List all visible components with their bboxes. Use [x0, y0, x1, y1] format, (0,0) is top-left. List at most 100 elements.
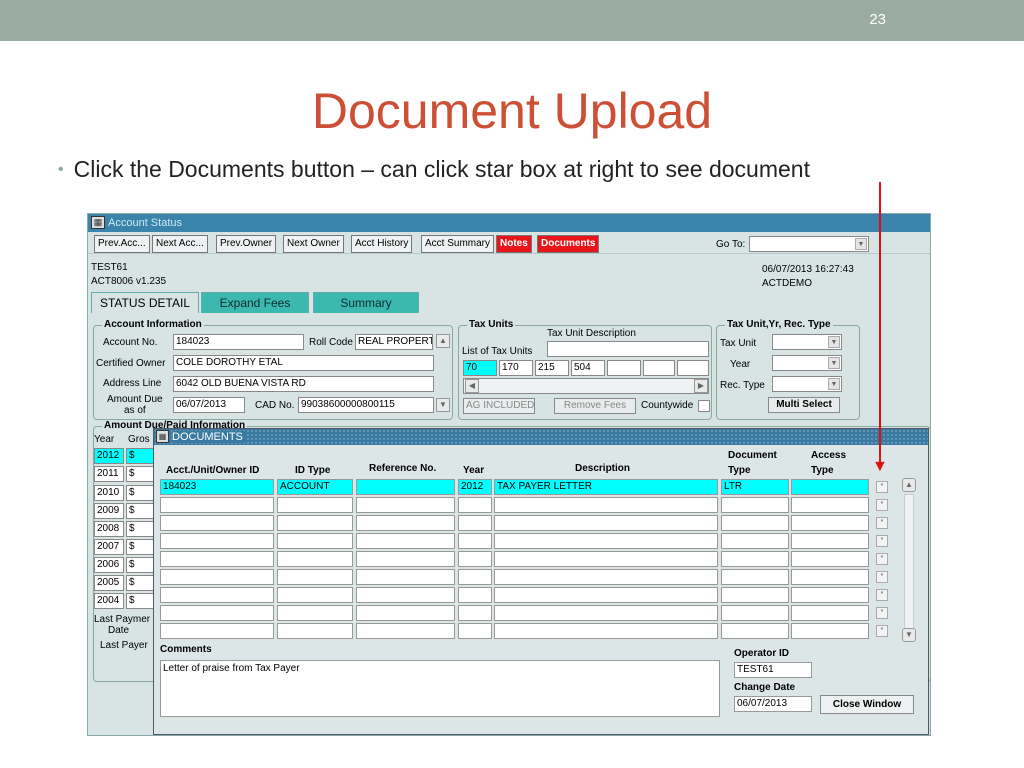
doc-cell-year[interactable]	[458, 587, 492, 603]
multi-select-button[interactable]: Multi Select	[768, 397, 840, 413]
scroll-right-icon[interactable]: ▶	[694, 379, 708, 393]
doc-cell-acct[interactable]	[160, 533, 274, 549]
doc-cell-id-type[interactable]	[277, 515, 353, 531]
tax-unit-field[interactable]	[607, 360, 641, 376]
doc-cell-id-type[interactable]	[277, 587, 353, 603]
gross-cell[interactable]: $	[126, 593, 154, 609]
doc-cell-access[interactable]	[791, 479, 869, 495]
view-document-star-icon[interactable]: *	[876, 625, 888, 637]
doc-cell-description[interactable]	[494, 569, 718, 585]
tax-unit-field[interactable]: 215	[535, 360, 569, 376]
year-cell[interactable]: 2005	[94, 575, 124, 591]
view-document-star-icon[interactable]: *	[876, 517, 888, 529]
doc-cell-access[interactable]	[791, 623, 869, 639]
tax-unit-description-field[interactable]	[547, 341, 709, 357]
scroll-left-icon[interactable]: ◀	[465, 379, 479, 393]
doc-cell-description[interactable]	[494, 605, 718, 621]
doc-cell-access[interactable]	[791, 587, 869, 603]
gross-cell[interactable]: $	[126, 521, 154, 537]
doc-cell-acct[interactable]	[160, 497, 274, 513]
account-no-field[interactable]: 184023	[173, 334, 304, 350]
year-cell[interactable]: 2004	[94, 593, 124, 609]
doc-cell-id-type[interactable]	[277, 623, 353, 639]
year-select[interactable]: ▼	[772, 355, 842, 371]
countywide-checkbox[interactable]	[698, 400, 710, 412]
doc-cell-acct[interactable]	[160, 587, 274, 603]
doc-cell-ref-no[interactable]	[356, 569, 455, 585]
amount-due-date-field[interactable]: 06/07/2013	[173, 397, 245, 413]
view-document-star-icon[interactable]: *	[876, 553, 888, 565]
doc-cell-description[interactable]: TAX PAYER LETTER	[494, 479, 718, 495]
doc-cell-id-type[interactable]	[277, 551, 353, 567]
doc-cell-access[interactable]	[791, 515, 869, 531]
doc-cell-year[interactable]	[458, 551, 492, 567]
address-line-field[interactable]: 6042 OLD BUENA VISTA RD	[173, 376, 434, 392]
scroll-down-icon[interactable]: ▼	[436, 398, 450, 412]
view-document-star-icon[interactable]: *	[876, 499, 888, 511]
doc-cell-acct[interactable]	[160, 515, 274, 531]
doc-cell-year[interactable]	[458, 497, 492, 513]
doc-cell-access[interactable]	[791, 497, 869, 513]
year-cell[interactable]: 2009	[94, 503, 124, 519]
doc-cell-acct[interactable]	[160, 569, 274, 585]
view-document-star-icon[interactable]: *	[876, 535, 888, 547]
year-cell[interactable]: 2008	[94, 521, 124, 537]
operator-id-field[interactable]: TEST61	[734, 662, 812, 678]
doc-cell-year[interactable]	[458, 569, 492, 585]
remove-fees-button[interactable]: Remove Fees	[554, 398, 636, 414]
doc-cell-access[interactable]	[791, 551, 869, 567]
gross-cell[interactable]: $	[126, 503, 154, 519]
year-cell[interactable]: 2010	[94, 485, 124, 501]
year-cell[interactable]: 2011	[94, 466, 124, 482]
doc-cell-ref-no[interactable]	[356, 497, 455, 513]
doc-cell-description[interactable]	[494, 551, 718, 567]
tab-summary[interactable]: Summary	[313, 292, 419, 313]
comments-field[interactable]: Letter of praise from Tax Payer	[160, 660, 720, 717]
roll-code-field[interactable]: REAL PROPERT	[355, 334, 433, 350]
ag-included-field[interactable]: AG INCLUDED	[463, 398, 535, 414]
tax-unit-field[interactable]: 170	[499, 360, 533, 376]
doc-cell-doc-type[interactable]	[721, 569, 789, 585]
doc-cell-id-type[interactable]	[277, 497, 353, 513]
doc-cell-id-type[interactable]: ACCOUNT	[277, 479, 353, 495]
gross-cell[interactable]: $	[126, 575, 154, 591]
doc-cell-doc-type[interactable]	[721, 623, 789, 639]
doc-cell-year[interactable]	[458, 515, 492, 531]
scroll-up-icon[interactable]: ▲	[436, 334, 450, 348]
gross-cell[interactable]: $	[126, 557, 154, 573]
doc-cell-access[interactable]	[791, 605, 869, 621]
doc-cell-access[interactable]	[791, 569, 869, 585]
gross-cell[interactable]: $	[126, 448, 154, 464]
goto-select[interactable]: ▼	[749, 236, 869, 252]
doc-cell-ref-no[interactable]	[356, 515, 455, 531]
doc-cell-acct[interactable]	[160, 605, 274, 621]
prev-owner-button[interactable]: Prev.Owner	[216, 235, 277, 253]
doc-cell-year[interactable]	[458, 623, 492, 639]
next-acc-button[interactable]: Next Acc...	[152, 235, 208, 253]
doc-cell-doc-type[interactable]	[721, 497, 789, 513]
acct-history-button[interactable]: Acct History	[351, 235, 413, 253]
tax-unit-field[interactable]	[643, 360, 675, 376]
tax-unit-field[interactable]: 70	[463, 360, 497, 376]
view-document-star-icon[interactable]: *	[876, 589, 888, 601]
cad-no-field[interactable]: 99038600000800115	[298, 397, 434, 413]
year-cell[interactable]: 2007	[94, 539, 124, 555]
tab-status-detail[interactable]: STATUS DETAIL	[91, 292, 199, 313]
doc-cell-access[interactable]	[791, 533, 869, 549]
doc-cell-description[interactable]	[494, 587, 718, 603]
gross-cell[interactable]: $	[126, 485, 154, 501]
tax-unit-field[interactable]: 504	[571, 360, 605, 376]
doc-cell-acct[interactable]	[160, 551, 274, 567]
doc-cell-doc-type[interactable]	[721, 515, 789, 531]
gross-cell[interactable]: $	[126, 539, 154, 555]
doc-cell-ref-no[interactable]	[356, 533, 455, 549]
tax-units-scrollbar[interactable]	[463, 378, 709, 394]
doc-cell-description[interactable]	[494, 623, 718, 639]
doc-cell-acct[interactable]	[160, 623, 274, 639]
gross-cell[interactable]: $	[126, 466, 154, 482]
scroll-up-icon[interactable]: ▲	[902, 478, 916, 492]
doc-cell-description[interactable]	[494, 533, 718, 549]
doc-cell-id-type[interactable]	[277, 569, 353, 585]
prev-acc-button[interactable]: Prev.Acc...	[94, 235, 150, 253]
close-window-button[interactable]: Close Window	[820, 695, 914, 714]
